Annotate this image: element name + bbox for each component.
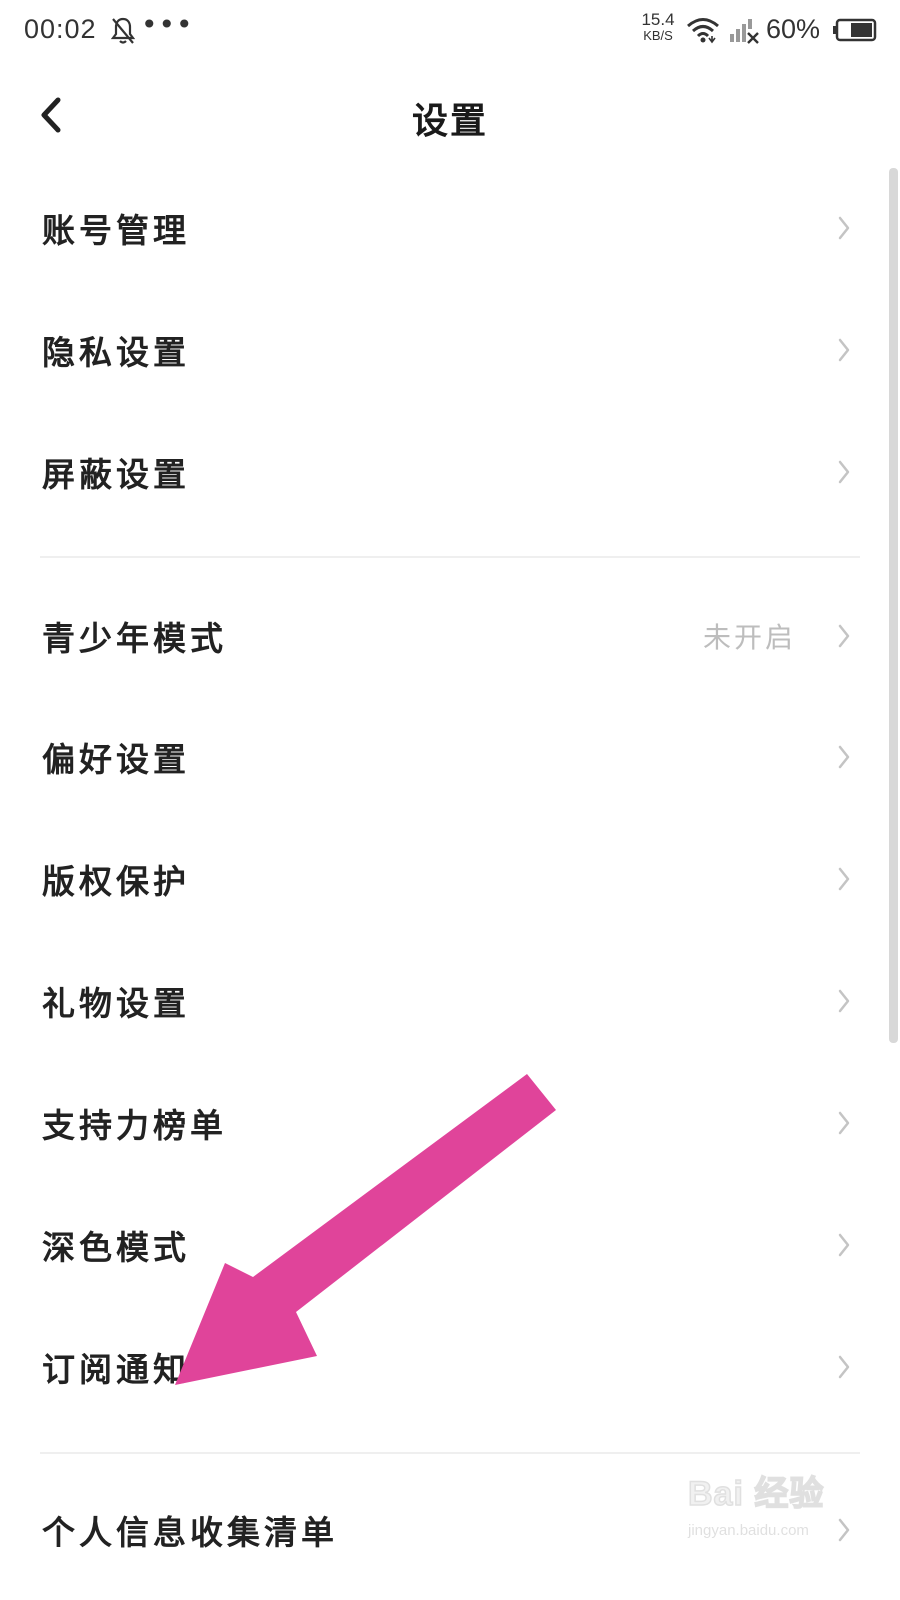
- settings-row-label: 订阅通知: [42, 1350, 190, 1389]
- chevron-right-icon: [838, 1355, 850, 1379]
- settings-row[interactable]: 版权保护: [0, 819, 880, 939]
- wifi-icon: [687, 18, 719, 44]
- chevron-right-icon: [838, 989, 850, 1013]
- settings-row-label: 青少年模式: [42, 619, 227, 658]
- settings-row-label: 礼物设置: [42, 984, 190, 1023]
- settings-row-label: 版权保护: [42, 862, 190, 901]
- cell-signal-icon: [730, 19, 759, 44]
- status-time: 00:02: [24, 14, 97, 44]
- chevron-right-icon: [838, 216, 850, 240]
- settings-row-label: 偏好设置: [42, 740, 190, 779]
- chevron-right-icon: [838, 745, 850, 769]
- settings-row-label: 隐私设置: [42, 333, 190, 372]
- settings-row-label: 支持力榜单: [42, 1106, 227, 1145]
- more-notifications-icon: •••: [141, 8, 194, 41]
- settings-row-label: 个人信息收集清单: [42, 1513, 338, 1552]
- scrollbar[interactable]: [889, 168, 898, 1043]
- watermark-logo: Bai 经验: [687, 1474, 825, 1514]
- network-speed: 15.4 KB/S: [638, 10, 678, 44]
- speed-value: 15.4: [641, 10, 675, 29]
- settings-row[interactable]: 订阅通知: [0, 1307, 880, 1427]
- watermark-url: jingyan.baidu.com: [688, 1522, 809, 1539]
- settings-row-label: 账号管理: [42, 211, 190, 250]
- settings-row[interactable]: 青少年模式 未开启: [0, 576, 880, 696]
- nav-bar: 设置: [0, 70, 900, 160]
- settings-row[interactable]: 账号管理: [0, 168, 880, 288]
- settings-row[interactable]: 深色模式: [0, 1185, 880, 1305]
- battery-icon: [833, 18, 877, 42]
- section-divider: [40, 1452, 860, 1454]
- chevron-right-icon: [838, 460, 850, 484]
- settings-row-value: 未开启: [702, 621, 796, 654]
- chevron-right-icon: [838, 867, 850, 891]
- bell-muted-icon: [110, 17, 136, 44]
- battery-percent: 60%: [766, 14, 821, 44]
- settings-row[interactable]: 支持力榜单: [0, 1063, 880, 1183]
- settings-row[interactable]: 隐私设置: [0, 290, 880, 410]
- chevron-right-icon: [838, 624, 850, 648]
- chevron-right-icon: [838, 1111, 850, 1135]
- settings-row[interactable]: 屏蔽设置: [0, 412, 880, 532]
- baidu-jingyan-watermark: Bai 经验 jingyan.baidu.com: [687, 1466, 878, 1576]
- chevron-right-icon: [838, 338, 850, 362]
- status-bar: 00:02 ••• 15.4 KB/S 60%: [0, 0, 900, 64]
- speed-unit: KB/S: [643, 28, 673, 43]
- settings-row-label: 深色模式: [42, 1228, 190, 1267]
- settings-row[interactable]: 偏好设置: [0, 697, 880, 817]
- settings-row[interactable]: 礼物设置: [0, 941, 880, 1061]
- section-divider: [40, 556, 860, 558]
- chevron-right-icon: [838, 1233, 850, 1257]
- settings-row-label: 屏蔽设置: [42, 455, 190, 494]
- page-title: 设置: [411, 101, 488, 142]
